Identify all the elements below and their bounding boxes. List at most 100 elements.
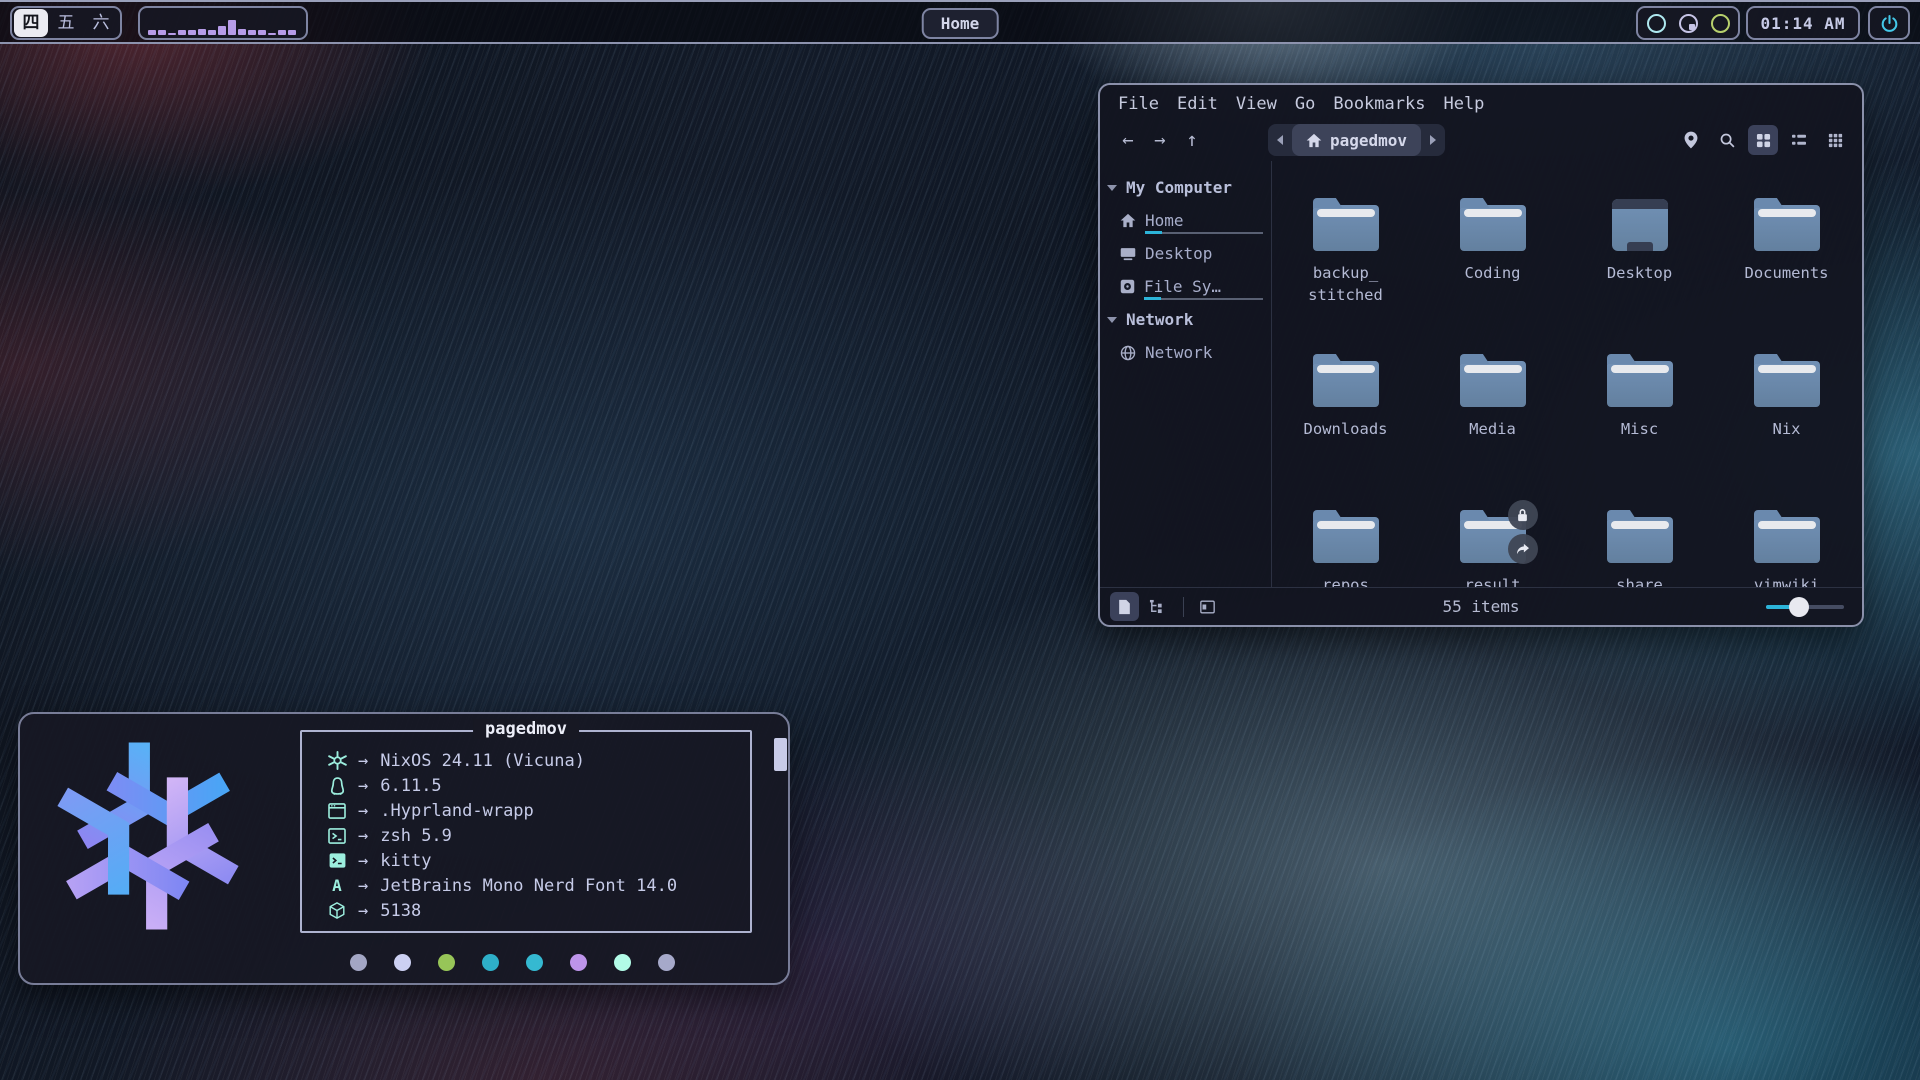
- location-pin-icon[interactable]: [1676, 125, 1706, 155]
- folder-icon: [1460, 197, 1526, 251]
- desktop-icon: [1120, 247, 1136, 261]
- visualizer-bar: [208, 30, 216, 35]
- toggle-sidepane-button[interactable]: [1193, 592, 1222, 621]
- file-item[interactable]: Downloads: [1272, 353, 1419, 509]
- forward-button[interactable]: →: [1144, 125, 1176, 155]
- power-button[interactable]: [1868, 6, 1910, 40]
- fastfetch-panel: pagedmov → NixOS 24.11 (Vicuna) → 6.11.5: [300, 730, 752, 933]
- visualizer-bar: [278, 30, 286, 35]
- menu-view[interactable]: View: [1227, 92, 1286, 116]
- file-item[interactable]: backup_ stitched: [1272, 197, 1419, 353]
- sidebar-item-network[interactable]: Network: [1100, 336, 1271, 369]
- menu-help[interactable]: Help: [1434, 92, 1493, 116]
- visualizer-bar: [228, 20, 236, 35]
- chevron-down-icon: [1107, 317, 1117, 323]
- search-icon[interactable]: [1712, 125, 1742, 155]
- visualizer-bar: [258, 30, 266, 35]
- up-button[interactable]: ↑: [1176, 125, 1208, 155]
- shell-icon: [324, 828, 350, 844]
- tray-ring-cyan-icon[interactable]: [1647, 14, 1666, 33]
- visualizer-bar: [188, 30, 196, 35]
- file-item[interactable]: Misc: [1566, 353, 1713, 509]
- file-item[interactable]: Documents: [1713, 197, 1860, 353]
- fetch-row-os: → NixOS 24.11 (Vicuna): [302, 748, 750, 773]
- sidebar-item-home[interactable]: Home: [1100, 204, 1271, 237]
- tray-ring-green-icon[interactable]: [1711, 14, 1730, 33]
- symlink-emblem-icon: [1508, 534, 1538, 564]
- file-item[interactable]: share: [1566, 509, 1713, 587]
- lock-emblem-icon: [1508, 500, 1538, 530]
- visualizer-bar: [158, 30, 166, 35]
- visualizer-bar: [178, 30, 186, 35]
- top-bar: 四 五 六 Home 01:14 AM: [0, 0, 1920, 44]
- home-icon: [1306, 133, 1322, 148]
- visualizer-bar: [198, 29, 206, 35]
- workspace-button-3[interactable]: 六: [84, 9, 118, 37]
- file-item[interactable]: Coding: [1419, 197, 1566, 353]
- menu-file[interactable]: File: [1116, 92, 1168, 116]
- fetch-row-kernel: → 6.11.5: [302, 773, 750, 798]
- folder-icon: [1313, 197, 1379, 251]
- show-treeview-button[interactable]: [1142, 592, 1171, 621]
- terminal-window[interactable]: pagedmov → NixOS 24.11 (Vicuna) → 6.11.5: [18, 712, 790, 985]
- palette-dot: [658, 954, 675, 971]
- breadcrumb-label: pagedmov: [1330, 131, 1407, 150]
- menu-go[interactable]: Go: [1286, 92, 1324, 116]
- file-grid: backup_ stitched Coding Desktop Document…: [1272, 161, 1862, 587]
- power-icon: [1880, 14, 1899, 33]
- toolbar-right: [1676, 125, 1850, 155]
- menu-edit[interactable]: Edit: [1168, 92, 1227, 116]
- list-view-button[interactable]: [1784, 125, 1814, 155]
- terminal-icon: [324, 853, 350, 868]
- folder-icon: [1460, 509, 1526, 563]
- zoom-slider[interactable]: [1766, 597, 1844, 617]
- file-item[interactable]: Media: [1419, 353, 1566, 509]
- fetch-row-shell: → zsh 5.9: [302, 823, 750, 848]
- zoom-slider-thumb[interactable]: [1789, 597, 1809, 617]
- file-item[interactable]: Nix: [1713, 353, 1860, 509]
- sidebar-item-desktop[interactable]: Desktop: [1100, 237, 1271, 270]
- menu-bookmarks[interactable]: Bookmarks: [1324, 92, 1434, 116]
- filesystem-icon: [1120, 279, 1135, 294]
- menu-bar: File Edit View Go Bookmarks Help: [1100, 85, 1862, 117]
- icon-view-button[interactable]: [1748, 125, 1778, 155]
- toolbar: ← → ↑ pagedmov: [1100, 117, 1862, 161]
- show-places-button[interactable]: [1110, 592, 1139, 621]
- sidebar-section-my-computer[interactable]: My Computer: [1100, 171, 1271, 204]
- wm-icon: [324, 803, 350, 819]
- status-bar: 55 items: [1100, 587, 1862, 625]
- visualizer-bar: [268, 33, 276, 35]
- fetch-wm-value: .Hyprland-wrapp: [380, 801, 534, 821]
- breadcrumb-next-icon[interactable]: [1421, 124, 1445, 156]
- breadcrumb-prev-icon[interactable]: [1268, 124, 1292, 156]
- file-item[interactable]: repos: [1272, 509, 1419, 587]
- breadcrumb-current[interactable]: pagedmov: [1292, 124, 1421, 156]
- palette-dot: [438, 954, 455, 971]
- folder-icon: [1754, 353, 1820, 407]
- file-item[interactable]: Desktop: [1566, 197, 1713, 353]
- desktop-folder-icon: [1607, 197, 1673, 251]
- workspace-button-1[interactable]: 四: [14, 9, 48, 37]
- folder-icon: [1313, 509, 1379, 563]
- home-button[interactable]: Home: [922, 8, 999, 39]
- home-icon: [1120, 213, 1136, 228]
- visualizer-bar: [168, 33, 176, 35]
- fetch-font-value: JetBrains Mono Nerd Font 14.0: [380, 876, 677, 896]
- folder-icon: [1313, 353, 1379, 407]
- fetch-kernel-value: 6.11.5: [380, 776, 441, 796]
- compact-view-button[interactable]: [1820, 125, 1850, 155]
- file-manager-window: File Edit View Go Bookmarks Help ← → ↑ p…: [1098, 83, 1864, 627]
- palette-dot: [570, 954, 587, 971]
- sidebar-section-network[interactable]: Network: [1100, 303, 1271, 336]
- visualizer-bar: [288, 30, 296, 35]
- file-item[interactable]: vimwiki: [1713, 509, 1860, 587]
- palette-dot: [526, 954, 543, 971]
- workspace-button-2[interactable]: 五: [49, 9, 83, 37]
- folder-icon: [1754, 197, 1820, 251]
- back-button[interactable]: ←: [1112, 125, 1144, 155]
- visualizer-bar: [248, 30, 256, 35]
- visualizer-bars: [148, 11, 298, 35]
- tray-ring-lavender-icon[interactable]: [1679, 14, 1698, 33]
- file-item[interactable]: result: [1419, 509, 1566, 587]
- sidebar-item-filesystem[interactable]: File Sy…: [1100, 270, 1271, 303]
